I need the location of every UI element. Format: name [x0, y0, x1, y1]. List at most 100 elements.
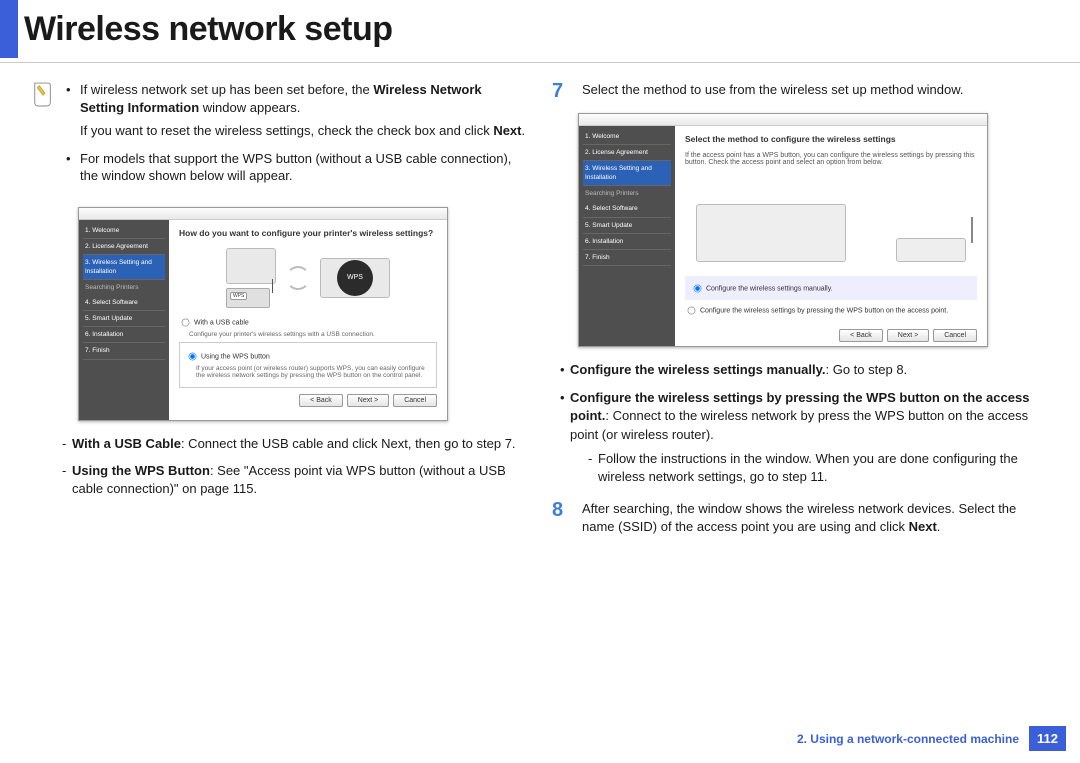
- ss-desc-1: Configure your printer's wireless settin…: [189, 331, 437, 338]
- ss-side-item-active: 3. Wireless Setting and Installation: [83, 255, 165, 280]
- text: If wireless network set up has been set …: [80, 82, 373, 97]
- note-block: If wireless network set up has been set …: [32, 81, 528, 195]
- ss-heading: Select the method to configure the wirel…: [685, 134, 977, 144]
- ss-side-item: 2. License Agreement: [583, 145, 671, 161]
- page-number: 112: [1029, 726, 1066, 751]
- dash-item-usb: With a USB Cable: Connect the USB cable …: [62, 435, 528, 453]
- text: .: [522, 123, 526, 138]
- step-text: Select the method to use from the wirele…: [582, 81, 1048, 99]
- printer-icon: WPS: [320, 258, 390, 298]
- ss-radio-1: With a USB cable: [179, 316, 437, 329]
- text-bold: With a USB Cable: [72, 436, 181, 451]
- content-columns: If wireless network set up has been set …: [0, 81, 1080, 549]
- page-title: Wireless network setup: [24, 10, 392, 49]
- note-bullet-2: For models that support the WPS button (…: [66, 150, 528, 185]
- label: With a USB cable: [194, 319, 249, 326]
- ss-selected-box: Using the WPS button If your access poin…: [179, 342, 437, 388]
- device-icon: [226, 248, 276, 284]
- ss-side-item: Searching Printers: [583, 186, 671, 201]
- right-column: 7 Select the method to use from the wire…: [540, 81, 1060, 549]
- ss-side-item: 4. Select Software: [83, 295, 165, 311]
- access-point-box-icon: [696, 204, 846, 262]
- note-bullets: If wireless network set up has been set …: [62, 81, 528, 195]
- ss-buttons: < Back Next > Cancel: [179, 394, 437, 407]
- radio-icon: [189, 352, 197, 360]
- radio-icon: [694, 285, 702, 293]
- ss-side-item-active: 3. Wireless Setting and Installation: [583, 161, 671, 186]
- ss-side-item: 7. Finish: [583, 250, 671, 266]
- text-bold: Using the WPS Button: [72, 463, 210, 478]
- ss-side-item: 4. Select Software: [583, 201, 671, 217]
- wps-badge: WPS: [230, 292, 247, 300]
- ss-radio-2: Using the WPS button: [186, 350, 430, 363]
- screenshot-method-select: 1. Welcome 2. License Agreement 3. Wirel…: [578, 113, 988, 347]
- ss-main: How do you want to configure your printe…: [169, 220, 447, 420]
- text-bold: Next: [493, 123, 521, 138]
- ss-side-item: Searching Printers: [83, 280, 165, 295]
- text: If you want to reset the wireless settin…: [80, 123, 493, 138]
- text: WPS: [347, 274, 363, 281]
- step-7: 7 Select the method to use from the wire…: [552, 81, 1048, 101]
- ss-back-button: < Back: [299, 394, 343, 407]
- ss-main: Select the method to configure the wirel…: [675, 126, 987, 346]
- radio-icon: [182, 318, 190, 326]
- ss-titlebar: [79, 208, 447, 220]
- opt-manual: Configure the wireless settings manually…: [560, 361, 1048, 379]
- ss-diagram: [685, 176, 977, 262]
- dash-item-wps: Using the WPS Button: See "Access point …: [62, 462, 528, 497]
- ss-side-item: 1. Welcome: [583, 129, 671, 145]
- ss-desc-2: If your access point (or wireless router…: [196, 365, 430, 379]
- step-text: After searching, the window shows the wi…: [582, 500, 1048, 536]
- ss-heading: How do you want to configure your printe…: [179, 228, 437, 238]
- ss-side-item: 2. License Agreement: [83, 239, 165, 255]
- page-footer: 2. Using a network-connected machine 112: [797, 726, 1066, 751]
- router-icon: WPS: [226, 288, 270, 308]
- ss-buttons: < Back Next > Cancel: [685, 329, 977, 342]
- ss-radio-2: Configure the wireless settings by press…: [685, 304, 977, 317]
- ss-back-button: < Back: [839, 329, 883, 342]
- ss-titlebar: [579, 114, 987, 126]
- radio-icon: [688, 307, 696, 315]
- note-icon: [32, 81, 54, 109]
- note-reset-line: If you want to reset the wireless settin…: [80, 122, 528, 140]
- ss-next-button: Next >: [347, 394, 389, 407]
- header-rule: [0, 62, 1080, 63]
- text: .: [937, 519, 941, 534]
- ss-side-item: 5. Smart Update: [83, 311, 165, 327]
- ss-next-button: Next >: [887, 329, 929, 342]
- step-number: 8: [552, 500, 568, 520]
- ss-diagram: WPS WPS: [179, 248, 437, 308]
- opt-wps-follow: Follow the instructions in the window. W…: [570, 450, 1048, 486]
- left-column: If wireless network set up has been set …: [20, 81, 540, 549]
- text-bold: Configure the wireless settings manually…: [570, 362, 826, 377]
- text: : Connect to the wireless network by pre…: [570, 408, 1028, 441]
- wps-button-icon: WPS: [337, 260, 373, 296]
- opt-wps: Configure the wireless settings by press…: [560, 389, 1048, 486]
- option-dash-list: With a USB Cable: Connect the USB cable …: [32, 435, 528, 498]
- ss-side-item: 7. Finish: [83, 343, 165, 359]
- ss-side-item: 1. Welcome: [83, 223, 165, 239]
- text: : Connect the USB cable and click Next, …: [181, 436, 516, 451]
- ss-cancel-button: Cancel: [393, 394, 437, 407]
- ss-selected-row: Configure the wireless settings manually…: [685, 276, 977, 300]
- ss-subtext: If the access point has a WPS button, yo…: [685, 152, 977, 166]
- step-number: 7: [552, 81, 568, 101]
- text: After searching, the window shows the wi…: [582, 501, 1016, 534]
- label: Using the WPS button: [201, 353, 270, 360]
- page-header: Wireless network setup: [0, 0, 1080, 58]
- ss-side-item: 6. Installation: [583, 234, 671, 250]
- step-8: 8 After searching, the window shows the …: [552, 500, 1048, 536]
- label: Configure the wireless settings by press…: [700, 307, 948, 314]
- router-icon: [896, 238, 966, 262]
- footer-chapter: 2. Using a network-connected machine: [797, 732, 1019, 746]
- label: Configure the wireless settings manually…: [706, 285, 833, 292]
- ss-sidebar: 1. Welcome 2. License Agreement 3. Wirel…: [79, 220, 169, 420]
- ss-side-item: 5. Smart Update: [583, 218, 671, 234]
- text-bold: Next: [909, 519, 937, 534]
- ss-radio-1: Configure the wireless settings manually…: [691, 282, 971, 295]
- ss-cancel-button: Cancel: [933, 329, 977, 342]
- ss-sidebar: 1. Welcome 2. License Agreement 3. Wirel…: [579, 126, 675, 346]
- ss-side-item: 6. Installation: [83, 327, 165, 343]
- text: window appears.: [199, 100, 300, 115]
- header-accent-bar: [0, 0, 18, 58]
